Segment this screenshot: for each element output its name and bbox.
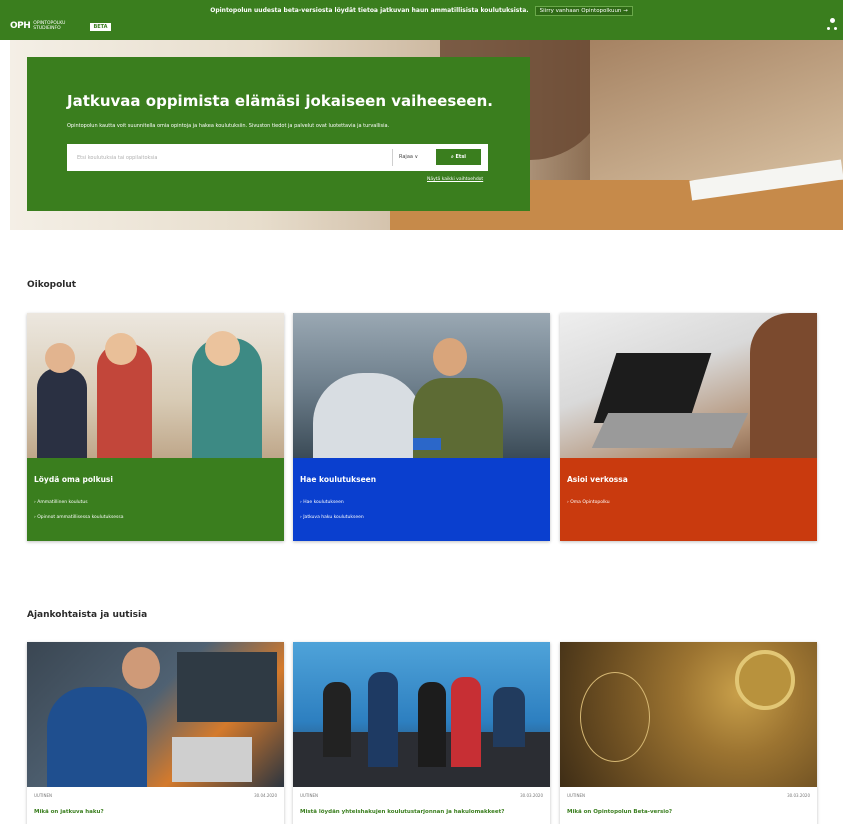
top-header: Opintopolun uudesta beta-versiosta löydä…	[0, 0, 843, 40]
news-headline[interactable]: Mistä löydän yhteishakujen koulutustarjo…	[300, 809, 504, 815]
card-image	[560, 313, 817, 458]
logo-text: OPINTOPOLKU STUDIEINFO	[33, 21, 65, 31]
card-link[interactable]: › Oma Opintopolku	[567, 500, 610, 505]
hero-search-panel: Jatkuvaa oppimista elämäsi jokaiseen vai…	[27, 57, 530, 211]
beta-badge: BETA	[90, 23, 111, 31]
chevron-down-icon	[834, 27, 837, 30]
card-link[interactable]: › Hae koulutukseen	[300, 500, 344, 505]
shortcut-card-find-path[interactable]: Löydä oma polkusi › Ammatillinen koulutu…	[27, 313, 284, 541]
card-title: Asioi verkossa	[567, 475, 628, 484]
news-date: 30.04.2020	[254, 793, 277, 798]
logo-line-2: STUDIEINFO	[33, 26, 61, 31]
news-headline[interactable]: Mikä on jatkuva haku?	[34, 809, 104, 815]
menu-dot-icon	[827, 27, 830, 30]
shortcuts-title: Oikopolut	[27, 280, 77, 290]
shortcut-card-online[interactable]: Asioi verkossa › Oma Opintopolku	[560, 313, 817, 541]
beta-notice: Opintopolun uudesta beta-versiosta löydä…	[0, 6, 843, 16]
hero-subtitle: Opintopolun kautta voit suunnitella omia…	[67, 123, 390, 129]
card-image	[293, 313, 550, 458]
card-link[interactable]: › Jatkuva haku koulutukseen	[300, 515, 364, 520]
search-divider	[392, 149, 393, 166]
show-all-options-link[interactable]: Näytä kaikki vaihtoehdot	[427, 177, 483, 182]
hero-title: Jatkuvaa oppimista elämäsi jokaiseen vai…	[67, 92, 493, 110]
card-link[interactable]: › Opinnot ammatillisessa koulutuksessa	[34, 515, 124, 520]
news-title: Ajankohtaista ja uutisia	[27, 610, 148, 620]
card-image	[27, 313, 284, 458]
user-menu-button[interactable]	[826, 18, 838, 32]
opintopolku-logo[interactable]: OPH OPINTOPOLKU STUDIEINFO	[10, 19, 65, 33]
search-filter-dropdown[interactable]: Rajaa ∨	[399, 154, 418, 160]
card-title: Löydä oma polkusi	[34, 475, 113, 484]
news-card[interactable]: UUTINEN 30.03.2020 Mistä löydän yhteisha…	[293, 642, 550, 824]
search-button[interactable]: ⌕ Etsi	[436, 149, 481, 165]
news-image	[27, 642, 284, 787]
card-link[interactable]: › Ammatillinen koulutus	[34, 500, 88, 505]
news-date: 30.03.2020	[520, 793, 543, 798]
search-input[interactable]	[67, 144, 389, 171]
shortcut-card-apply[interactable]: Hae koulutukseen › Hae koulutukseen › Ja…	[293, 313, 550, 541]
news-image	[560, 642, 817, 787]
news-category: UUTINEN	[300, 793, 318, 798]
news-category: UUTINEN	[34, 793, 52, 798]
news-headline[interactable]: Mikä on Opintopolun Beta-versio?	[567, 809, 672, 815]
card-band: Asioi verkossa › Oma Opintopolku	[560, 458, 817, 541]
news-date: 30.03.2020	[787, 793, 810, 798]
old-site-link[interactable]: Siirry vanhaan Opintopolkuun →	[534, 6, 633, 16]
card-band: Hae koulutukseen › Hae koulutukseen › Ja…	[293, 458, 550, 541]
card-band: Löydä oma polkusi › Ammatillinen koulutu…	[27, 458, 284, 541]
news-card[interactable]: UUTINEN 30.04.2020 Mikä on jatkuva haku?	[27, 642, 284, 824]
card-title: Hae koulutukseen	[300, 475, 377, 484]
news-card[interactable]: UUTINEN 30.03.2020 Mikä on Opintopolun B…	[560, 642, 817, 824]
beta-notice-text: Opintopolun uudesta beta-versiosta löydä…	[210, 7, 529, 14]
user-icon	[830, 18, 835, 23]
news-image	[293, 642, 550, 787]
search-bar: Rajaa ∨ ⌕ Etsi	[67, 144, 488, 171]
logo-mark: OPH	[10, 21, 31, 31]
news-category: UUTINEN	[567, 793, 585, 798]
search-button-label: Etsi	[455, 154, 467, 160]
